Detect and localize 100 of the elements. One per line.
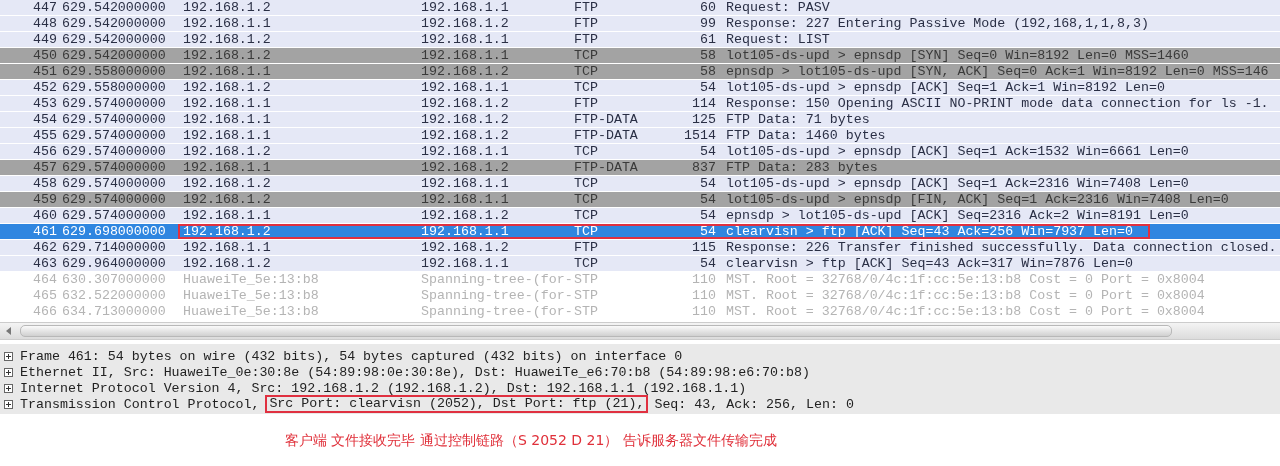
table-cell-text: TCP (574, 224, 599, 240)
table-cell-text: TCP (574, 80, 599, 96)
packet-row[interactable]: 463 629.964000000 192.168.1.2 192.168.1.1 TCP 54 clearvisn > ftp [ACK] Seq=43 Ack=317 Win=7876 Len=0 (0, 256, 1280, 272)
table-cell-text: Request: LIST (725, 32, 831, 48)
table-cell-text: Response: 150 Opening ASCII NO-PRINT mode data connection for ls -1. (725, 96, 1270, 112)
table-cell-text: FTP Data: 1460 bytes (725, 128, 887, 144)
table-cell-text: clearvisn > ftp [ACK] Seq=43 Ack=317 Win=7876 Len=0 (725, 256, 1134, 272)
table-cell-text: 449 (32, 32, 57, 48)
packet-row[interactable]: 454 629.574000000 192.168.1.1 192.168.1.2 FTP-DATA 125 FTP Data: 71 bytes (0, 112, 1280, 128)
table-cell-text: FTP-DATA (574, 128, 639, 144)
annotation-box: Src Port: clearvisn (2052), Dst Port: ftp (21), (265, 395, 649, 413)
annotation-text: 客户端 文件接收完毕 通过控制链路（S 2052 D 21） 告诉服务器文件传输完成 (285, 432, 778, 450)
table-cell: Spanning-tree-(for- (421, 272, 574, 288)
table-cell-text: 192.168.1.2 (421, 128, 510, 144)
table-cell-text: 192.168.1.2 (421, 64, 510, 80)
table-cell-text: 192.168.1.2 (421, 16, 510, 32)
table-cell-text: 192.168.1.1 (421, 192, 510, 208)
table-cell-text: 192.168.1.2 (182, 48, 272, 64)
table-cell: 1514 (684, 128, 716, 144)
table-cell-text: TCP (574, 64, 599, 80)
table-cell-text: MST. Root = 32768/0/4c:1f:cc:5e:13:b8 Cost = 0 Port = 0x8004 (725, 272, 1206, 288)
packet-row[interactable]: 453 629.574000000 192.168.1.1 192.168.1.2 FTP 114 Response: 150 Opening ASCII NO-PRINT mode data connection for ls -1. (0, 96, 1280, 112)
table-cell-text: 192.168.1.1 (421, 80, 510, 96)
expand-icon[interactable] (4, 351, 13, 361)
expand-icon[interactable] (4, 367, 13, 377)
packet-row[interactable]: 456 629.574000000 192.168.1.2 192.168.1.1 TCP 54 lot105-ds-upd > epnsdp [ACK] Seq=1 Ack=1532 Win=6661 Len=0 (0, 144, 1280, 160)
table-cell-text: 463 (32, 256, 57, 272)
horizontal-scrollbar[interactable] (0, 322, 1280, 340)
table-cell-text: 192.168.1.1 (182, 128, 272, 144)
detail-text: Internet Protocol Version 4, Src: 192.168.1.2 (192.168.1.2), Dst: 192.168.1.1 (192.168.1.1) (20, 380, 747, 396)
table-cell-text: 466 (32, 304, 57, 320)
table-cell-text: 465 (32, 288, 57, 304)
table-cell-text: 192.168.1.2 (182, 176, 272, 192)
table-cell-text: 450 (32, 48, 57, 64)
table-cell-text: 192.168.1.2 (182, 32, 272, 48)
packet-row[interactable]: 455 629.574000000 192.168.1.1 192.168.1.2 FTP-DATA 1514 FTP Data: 1460 bytes (0, 128, 1280, 144)
table-cell-text: 629.542000000 (61, 0, 167, 16)
table-cell-text: 192.168.1.1 (421, 224, 510, 240)
table-cell-text: 125 (691, 112, 716, 128)
table-cell: Spanning-tree-(for- (421, 288, 574, 304)
table-cell-text: 192.168.1.2 (182, 224, 272, 240)
table-cell-text: 58 (699, 64, 716, 80)
table-cell-text: epnsdp > lot105-ds-upd [SYN, ACK] Seq=0 Ack=1 Win=8192 Len=0 MSS=146 (725, 64, 1270, 80)
detail-text: Frame 461: 54 bytes on wire (432 bits), 54 bytes captured (432 bits) on interface 0 (20, 348, 683, 364)
table-cell-text: 462 (32, 240, 57, 256)
table-cell-text: 192.168.1.1 (421, 0, 510, 16)
table-cell-text: 630.307000000 (61, 272, 167, 288)
table-cell-text: 629.574000000 (61, 128, 167, 144)
scrollbar-thumb[interactable] (20, 325, 1172, 337)
table-cell-text: 115 (691, 240, 716, 256)
table-cell-text: 448 (32, 16, 57, 32)
table-cell-text: FTP Data: 283 bytes (725, 160, 879, 176)
packet-row[interactable]: 462 629.714000000 192.168.1.1 192.168.1.2 FTP 115 Response: 226 Transfer finished successfully. Data connection closed. (0, 240, 1280, 256)
table-cell-text: HuaweiTe_5e:13:b8 (182, 304, 320, 320)
table-cell-text: 192.168.1.2 (421, 160, 510, 176)
table-cell-text: STP (574, 288, 599, 304)
table-cell-text: 192.168.1.1 (421, 176, 510, 192)
table-cell-text: 192.168.1.1 (421, 144, 510, 160)
table-cell-text: 192.168.1.2 (421, 112, 510, 128)
table-cell-text: 458 (32, 176, 57, 192)
table-cell-text: 54 (699, 208, 716, 224)
table-cell-text: 192.168.1.2 (182, 80, 272, 96)
table-cell-text: 192.168.1.2 (182, 0, 272, 16)
table-cell-text: TCP (574, 256, 599, 272)
expand-icon[interactable] (4, 399, 13, 409)
packet-row[interactable]: 447 629.542000000 192.168.1.2 192.168.1.1 FTP 60 Request: PASV (0, 0, 1280, 16)
packet-row[interactable]: 457 629.574000000 192.168.1.1 192.168.1.2 FTP-DATA 837 FTP Data: 283 bytes (0, 160, 1280, 176)
packet-row[interactable]: 448 629.542000000 192.168.1.1 192.168.1.2 FTP 99 Response: 227 Entering Passive Mode (192,168,1,1,8,3) (0, 16, 1280, 32)
table-cell-text: TCP (574, 144, 599, 160)
table-cell-text: TCP (574, 208, 599, 224)
table-cell-text: 629.574000000 (61, 208, 167, 224)
table-cell-text: STP (574, 272, 599, 288)
table-cell-text: Response: 226 Transfer finished successfully. Data connection closed. (725, 240, 1278, 256)
table-cell-text: 54 (699, 176, 716, 192)
table-cell-text: FTP-DATA (574, 112, 639, 128)
table-cell-text: HuaweiTe_5e:13:b8 (182, 288, 320, 304)
packet-row[interactable]: 451 629.558000000 192.168.1.1 192.168.1.2 TCP 58 epnsdp > lot105-ds-upd [SYN, ACK] Seq=0 Ack=1 Win=8192 Len=0 MSS=146 (0, 64, 1280, 80)
table-cell-text: 54 (699, 144, 716, 160)
expand-icon[interactable] (4, 383, 13, 393)
left-arrow-icon[interactable] (6, 327, 12, 335)
table-cell-text: 192.168.1.1 (182, 64, 272, 80)
table-cell-text: 629.574000000 (61, 144, 167, 160)
table-cell-text: 634.713000000 (61, 304, 167, 320)
table-cell-text: 58 (699, 48, 716, 64)
packet-row[interactable]: 459 629.574000000 192.168.1.2 192.168.1.1 TCP 54 lot105-ds-upd > epnsdp [FIN, ACK] Seq=1 Ack=2316 Win=7408 Len=0 (0, 192, 1280, 208)
table-cell-text: 110 (691, 288, 716, 304)
packet-row[interactable]: 458 629.574000000 192.168.1.2 192.168.1.1 TCP 54 lot105-ds-upd > epnsdp [ACK] Seq=1 Ack=2316 Win=7408 Len=0 (0, 176, 1280, 192)
packet-row[interactable]: 449 629.542000000 192.168.1.2 192.168.1.1 FTP 61 Request: LIST (0, 32, 1280, 48)
packet-row[interactable]: 450 629.542000000 192.168.1.2 192.168.1.1 TCP 58 lot105-ds-upd > epnsdp [SYN] Seq=0 Win=8192 Len=0 MSS=1460 (0, 48, 1280, 64)
table-cell-text: 629.964000000 (61, 256, 167, 272)
table-cell-text: 629.714000000 (61, 240, 167, 256)
table-cell-text: 110 (691, 304, 716, 320)
table-cell-text: 629.542000000 (61, 48, 167, 64)
table-cell-text: MST. Root = 32768/0/4c:1f:cc:5e:13:b8 Cost = 0 Port = 0x8004 (725, 288, 1206, 304)
packet-row[interactable]: 460 629.574000000 192.168.1.1 192.168.1.2 TCP 54 epnsdp > lot105-ds-upd [ACK] Seq=2316 Ack=2 Win=8191 Len=0 (0, 208, 1280, 224)
table-cell-text: lot105-ds-upd > epnsdp [ACK] Seq=1 Ack=1 Win=8192 Len=0 (725, 80, 1166, 96)
packet-row[interactable]: 452 629.558000000 192.168.1.2 192.168.1.1 TCP 54 lot105-ds-upd > epnsdp [ACK] Seq=1 Ack=1 Win=8192 Len=0 (0, 80, 1280, 96)
table-cell-text: 61 (699, 32, 716, 48)
table-cell-text: 114 (691, 96, 716, 112)
table-cell-text: 629.698000000 (61, 224, 167, 240)
